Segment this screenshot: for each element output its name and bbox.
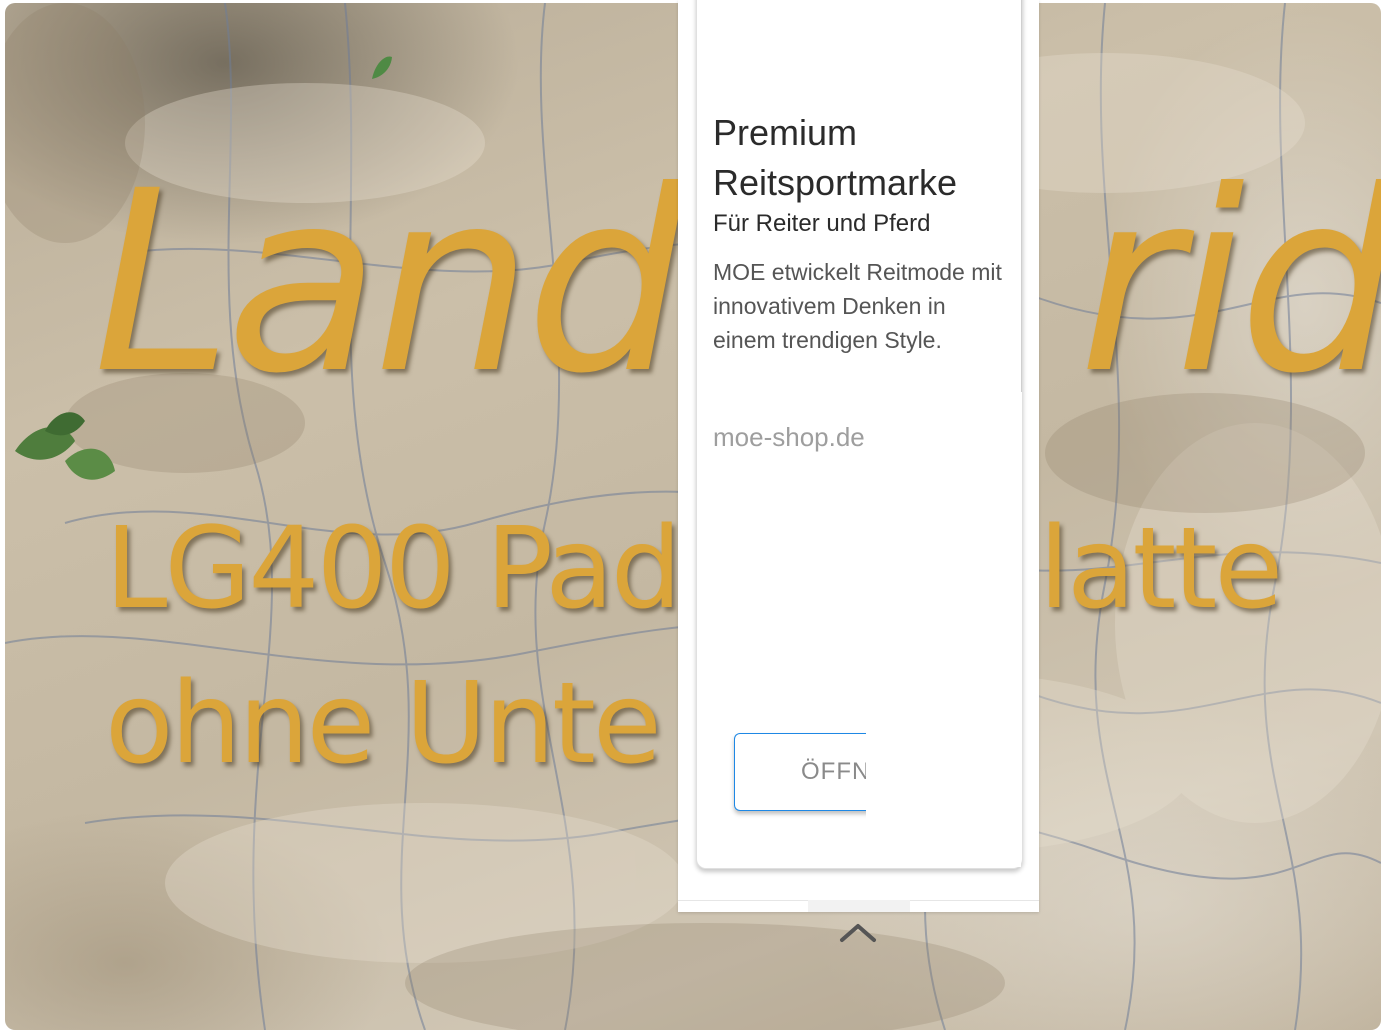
- hero-subtitle-line2: ohne Unte: [105, 659, 662, 789]
- card-clip-overlay: [866, 436, 1021, 867]
- chevron-up-icon[interactable]: [838, 918, 878, 946]
- collapse-tab[interactable]: [808, 900, 910, 912]
- scrollbar[interactable]: [1021, 0, 1022, 392]
- leaf-image: [372, 56, 392, 79]
- ad-subtitle: Für Reiter und Pferd: [713, 210, 931, 237]
- ad-description: MOE etwickelt Reitmode mit innovativem D…: [713, 259, 1002, 353]
- ad-title: Premium Reitsportmarke: [713, 112, 958, 203]
- ad-link[interactable]: moe-shop.de: [713, 422, 865, 453]
